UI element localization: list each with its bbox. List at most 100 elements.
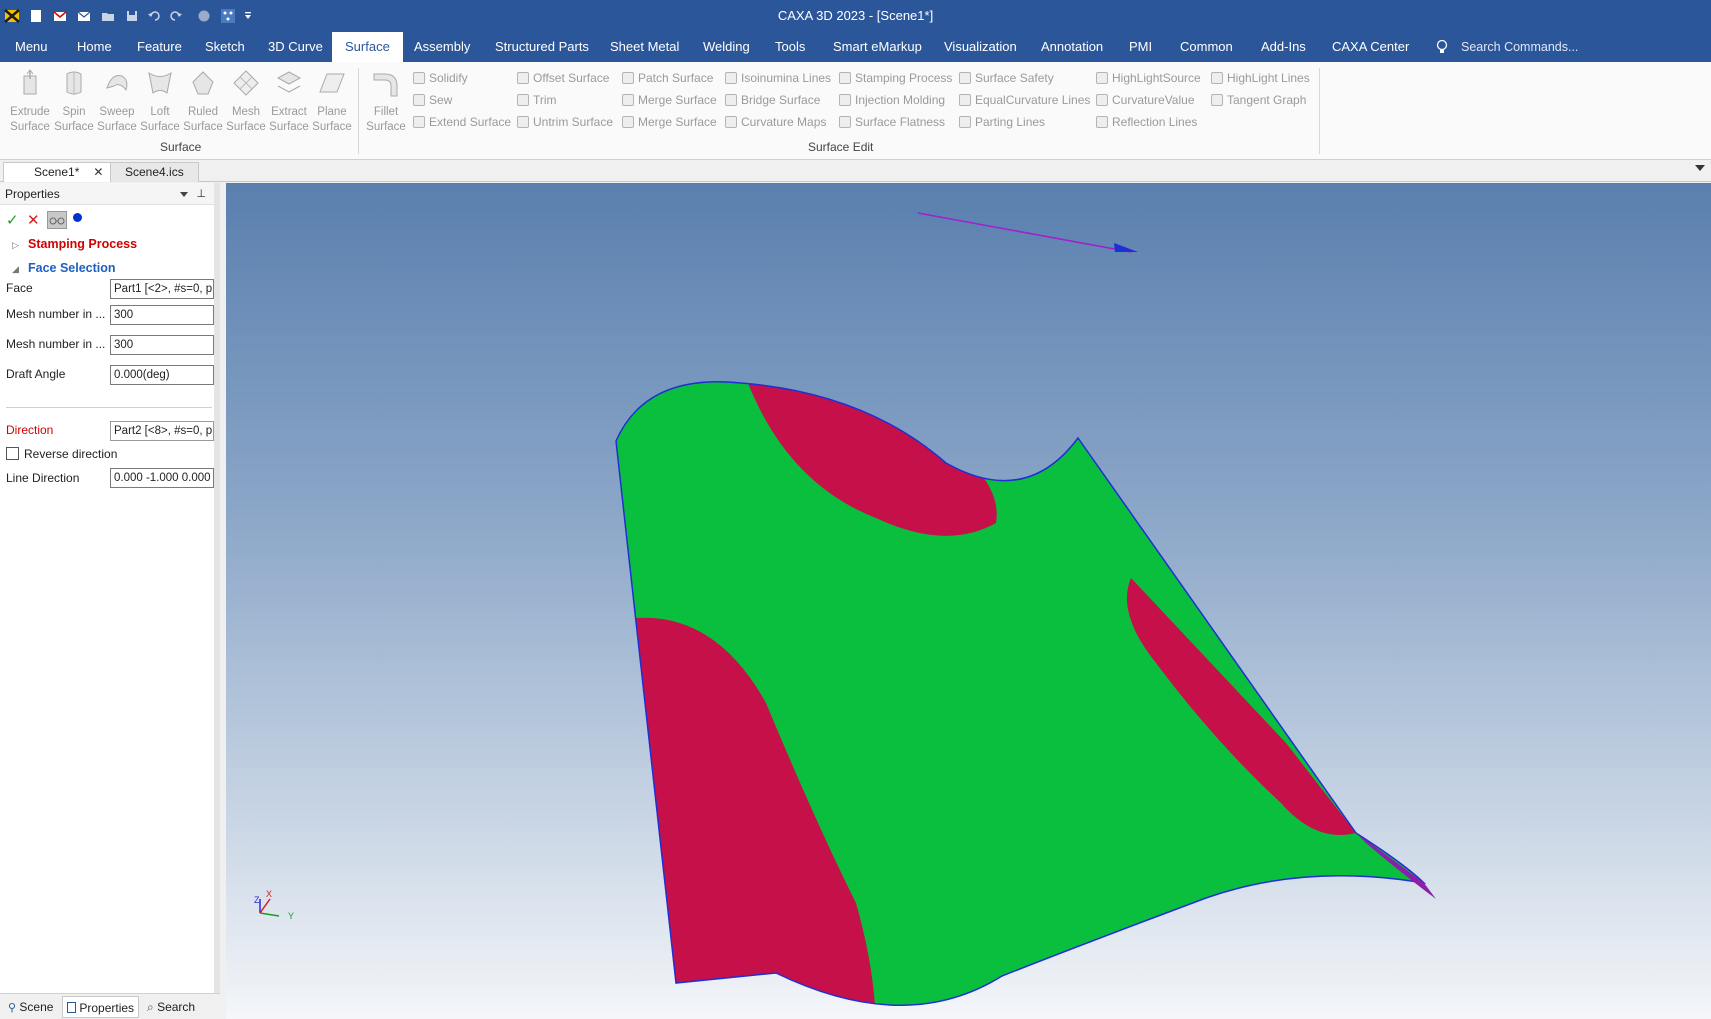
face-field[interactable]: Part1 [<2>, #s=0, p <box>110 279 214 299</box>
tab-3d-curve[interactable]: 3D Curve <box>258 32 333 62</box>
spin-surface-icon <box>66 71 82 95</box>
line-direction-label: Line Direction <box>6 471 80 485</box>
surface-group-label: Surface <box>160 140 202 154</box>
surface-flatness-button[interactable]: Surface Flatness <box>837 113 945 131</box>
section-stamping-process[interactable]: ▷ Stamping Process <box>12 237 137 251</box>
axis-y-label: Y <box>288 911 294 921</box>
tab-assembly[interactable]: Assembly <box>404 32 480 62</box>
loft-surface-button[interactable]: Loft Surface <box>139 68 181 135</box>
preview-glasses-icon[interactable] <box>47 211 67 229</box>
tab-structured-parts[interactable]: Structured Parts <box>485 32 599 62</box>
spin-surface-button[interactable]: Spin Surface <box>53 68 95 135</box>
solidify-button[interactable]: Solidify <box>411 69 468 87</box>
mesh-surface-button[interactable]: Mesh Surface <box>225 68 267 135</box>
highlight-lines-icon <box>1211 72 1223 84</box>
pin-icon[interactable]: ⊥ <box>196 183 206 205</box>
doc-tab-scene1[interactable]: Scene1* ✕ <box>3 162 115 182</box>
tangent-graph-button[interactable]: Tangent Graph <box>1209 91 1306 109</box>
merge-surface-button[interactable]: Merge Surface <box>620 91 717 109</box>
extract-surface-button[interactable]: Extract Surface <box>268 68 310 135</box>
title-bar: CAXA 3D 2023 - [Scene1*] <box>0 0 1711 32</box>
reflection-lines-button[interactable]: Reflection Lines <box>1094 113 1197 131</box>
chevron-down-icon[interactable] <box>180 192 188 197</box>
surface-flatness-icon <box>839 116 851 128</box>
tab-scene[interactable]: ⚲ Scene <box>4 996 57 1018</box>
stamping-surface[interactable] <box>615 378 1436 1019</box>
panel-bottom-tabs: ⚲ Scene Properties ⌕ Search <box>0 993 220 1019</box>
injection-molding-icon <box>839 94 851 106</box>
solidify-icon <box>413 72 425 84</box>
direction-arrow-icon[interactable] <box>1114 243 1138 252</box>
trim-icon <box>517 94 529 106</box>
tab-properties[interactable]: Properties <box>62 996 140 1018</box>
window-title: CAXA 3D 2023 - [Scene1*] <box>777 8 934 23</box>
tab-surface[interactable]: Surface <box>332 32 403 62</box>
direction-label: Direction <box>6 423 54 437</box>
tab-menu[interactable]: Menu <box>5 32 58 62</box>
surface-edit-group-label: Surface Edit <box>808 140 874 154</box>
plane-surface-button[interactable]: Plane Surface <box>311 68 353 135</box>
highlightsource-button[interactable]: HighLightSource <box>1094 69 1201 87</box>
direction-field[interactable]: Part2 [<8>, #s=0, p <box>110 421 214 441</box>
offset-surface-button[interactable]: Offset Surface <box>515 69 609 87</box>
3d-viewport[interactable]: X Z Y <box>226 183 1711 1019</box>
merge-surface-button-2[interactable]: Merge Surface <box>620 113 717 131</box>
curvature-maps-button[interactable]: Curvature Maps <box>723 113 826 131</box>
patch-surface-button[interactable]: Patch Surface <box>620 69 713 87</box>
direction-line[interactable] <box>917 212 1132 253</box>
curvaturevalue-button[interactable]: CurvatureValue <box>1094 91 1195 109</box>
search-commands-input[interactable]: Search Commands... <box>1461 32 1578 62</box>
tab-welding[interactable]: Welding <box>693 32 760 62</box>
untrim-surface-button[interactable]: Untrim Surface <box>515 113 613 131</box>
mesh-number-field-1[interactable]: 300 <box>110 305 214 325</box>
close-icon[interactable]: ✕ <box>93 165 103 179</box>
tab-sheet-metal[interactable]: Sheet Metal <box>600 32 689 62</box>
tab-common[interactable]: Common <box>1170 32 1243 62</box>
surface-safety-button[interactable]: Surface Safety <box>957 69 1054 87</box>
divider <box>6 407 212 408</box>
draft-angle-label: Draft Angle <box>6 367 66 381</box>
sweep-surface-icon <box>106 75 128 92</box>
sew-button[interactable]: Sew <box>411 91 452 109</box>
tab-feature[interactable]: Feature <box>127 32 192 62</box>
stamping-process-button[interactable]: Stamping Process <box>837 69 952 87</box>
fillet-surface-button[interactable]: Fillet Surface <box>365 68 407 135</box>
tab-add-ins[interactable]: Add-Ins <box>1251 32 1316 62</box>
section-face-selection[interactable]: ◢ Face Selection <box>12 261 116 275</box>
equalcurvature-lines-button[interactable]: EqualCurvature Lines <box>957 91 1090 109</box>
chevron-down-icon[interactable] <box>1695 165 1705 171</box>
highlight-lines-button[interactable]: HighLight Lines <box>1209 69 1310 87</box>
tab-sketch[interactable]: Sketch <box>195 32 255 62</box>
ruled-surface-button[interactable]: Ruled Surface <box>182 68 224 135</box>
tab-smart-emarkup[interactable]: Smart eMarkup <box>823 32 932 62</box>
parting-lines-button[interactable]: Parting Lines <box>957 113 1045 131</box>
doc-tab-scene4[interactable]: Scene4.ics <box>110 162 199 182</box>
viewport-canvas[interactable]: X Z Y <box>226 183 1711 1019</box>
expand-right-icon: ▷ <box>12 240 19 250</box>
trim-button[interactable]: Trim <box>515 91 557 109</box>
pick-point-icon[interactable] <box>73 213 82 222</box>
menu-bar: Menu Home Feature Sketch 3D Curve Surfac… <box>0 32 1711 62</box>
line-direction-field[interactable]: 0.000 -1.000 0.000 <box>110 468 214 488</box>
bridge-surface-button[interactable]: Bridge Surface <box>723 91 820 109</box>
cancel-x-icon[interactable]: ✕ <box>27 211 40 229</box>
isoinumina-lines-icon <box>725 72 737 84</box>
tab-home[interactable]: Home <box>67 32 122 62</box>
tab-annotation[interactable]: Annotation <box>1031 32 1113 62</box>
extend-surface-button[interactable]: Extend Surface <box>411 113 511 131</box>
reverse-direction-checkbox[interactable] <box>6 447 19 460</box>
tab-visualization[interactable]: Visualization <box>934 32 1027 62</box>
isoinumina-lines-button[interactable]: Isoinumina Lines <box>723 69 831 87</box>
tangent-graph-icon <box>1211 94 1223 106</box>
ok-check-icon[interactable]: ✓ <box>6 211 19 229</box>
tab-caxa-center[interactable]: CAXA Center <box>1322 32 1419 62</box>
tab-pmi[interactable]: PMI <box>1119 32 1162 62</box>
tab-search[interactable]: ⌕ Search <box>143 996 199 1018</box>
injection-molding-button[interactable]: Injection Molding <box>837 91 945 109</box>
mesh-number-field-2[interactable]: 300 <box>110 335 214 355</box>
sweep-surface-button[interactable]: Sweep Surface <box>96 68 138 135</box>
extrude-surface-button[interactable]: Extrude Surface <box>9 68 51 135</box>
tab-tools[interactable]: Tools <box>765 32 815 62</box>
draft-angle-field[interactable]: 0.000(deg) <box>110 365 214 385</box>
mesh-number-label-2: Mesh number in ... <box>6 337 106 351</box>
